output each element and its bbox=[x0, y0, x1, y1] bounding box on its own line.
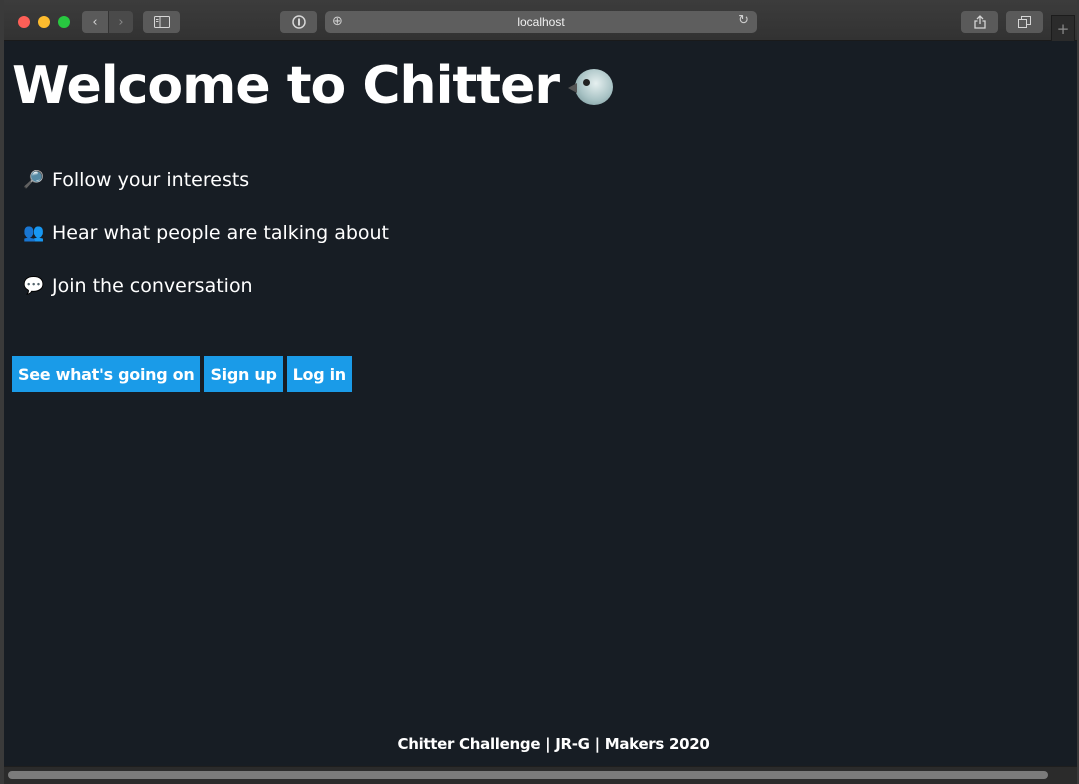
address-text: localhost bbox=[517, 15, 565, 29]
feature-follow-interests: 🔎 Follow your interests bbox=[22, 169, 249, 191]
share-icon bbox=[973, 15, 986, 29]
password-button[interactable] bbox=[280, 11, 317, 33]
see-whats-going-on-button[interactable]: See what's going on bbox=[12, 356, 201, 392]
people-icon: 👥 bbox=[23, 223, 45, 243]
browser-toolbar: ‹ › ⊕ localhost ↻ + bbox=[4, 0, 1077, 41]
chevron-left-icon: ‹ bbox=[92, 14, 98, 30]
address-bar[interactable]: ⊕ localhost ↻ bbox=[325, 11, 757, 33]
speech-bubble-icon: 💬 bbox=[23, 276, 45, 296]
password-icon bbox=[291, 15, 306, 29]
log-in-button[interactable]: Log in bbox=[286, 356, 352, 392]
sign-up-button[interactable]: Sign up bbox=[204, 356, 283, 392]
footer: Chitter Challenge | JR-G | Makers 2020 bbox=[397, 735, 710, 753]
reload-icon[interactable]: ↻ bbox=[738, 13, 749, 28]
page-title: Welcome to Chitter bbox=[12, 56, 614, 116]
scrollbar-thumb[interactable] bbox=[8, 771, 1048, 779]
feature-text: Hear what people are talking about bbox=[52, 222, 390, 244]
feature-text: Join the conversation bbox=[52, 275, 253, 297]
back-button[interactable]: ‹ bbox=[82, 11, 108, 33]
forward-button[interactable]: › bbox=[108, 11, 133, 33]
minimize-window-button[interactable] bbox=[38, 16, 50, 28]
chevron-right-icon: › bbox=[118, 14, 124, 30]
zoom-window-button[interactable] bbox=[58, 16, 70, 28]
action-buttons: See what's going on Sign up Log in bbox=[12, 356, 352, 392]
sidebar-icon bbox=[153, 16, 170, 28]
plus-icon: + bbox=[1056, 19, 1070, 38]
browser-window: ‹ › ⊕ localhost ↻ + Welcome to Chitter 🔎… bbox=[0, 0, 1079, 784]
feature-text: Follow your interests bbox=[52, 169, 250, 191]
bird-icon bbox=[567, 65, 614, 107]
share-button[interactable] bbox=[961, 11, 998, 33]
feature-join-conversation: 💬 Join the conversation bbox=[22, 275, 253, 297]
new-tab-button[interactable]: + bbox=[1051, 15, 1075, 41]
close-window-button[interactable] bbox=[18, 16, 30, 28]
tabs-overview-button[interactable] bbox=[1006, 11, 1043, 33]
tabs-icon bbox=[1018, 16, 1031, 28]
page-title-text: Welcome to Chitter bbox=[12, 56, 560, 116]
feature-hear-people: 👥 Hear what people are talking about bbox=[22, 222, 389, 244]
horizontal-scrollbar[interactable] bbox=[4, 766, 1077, 784]
sidebar-button[interactable] bbox=[143, 11, 180, 33]
magnifier-icon: 🔎 bbox=[23, 170, 45, 190]
add-bookmark-icon[interactable]: ⊕ bbox=[332, 14, 343, 29]
page-content: Welcome to Chitter 🔎 Follow your interes… bbox=[4, 41, 1077, 766]
